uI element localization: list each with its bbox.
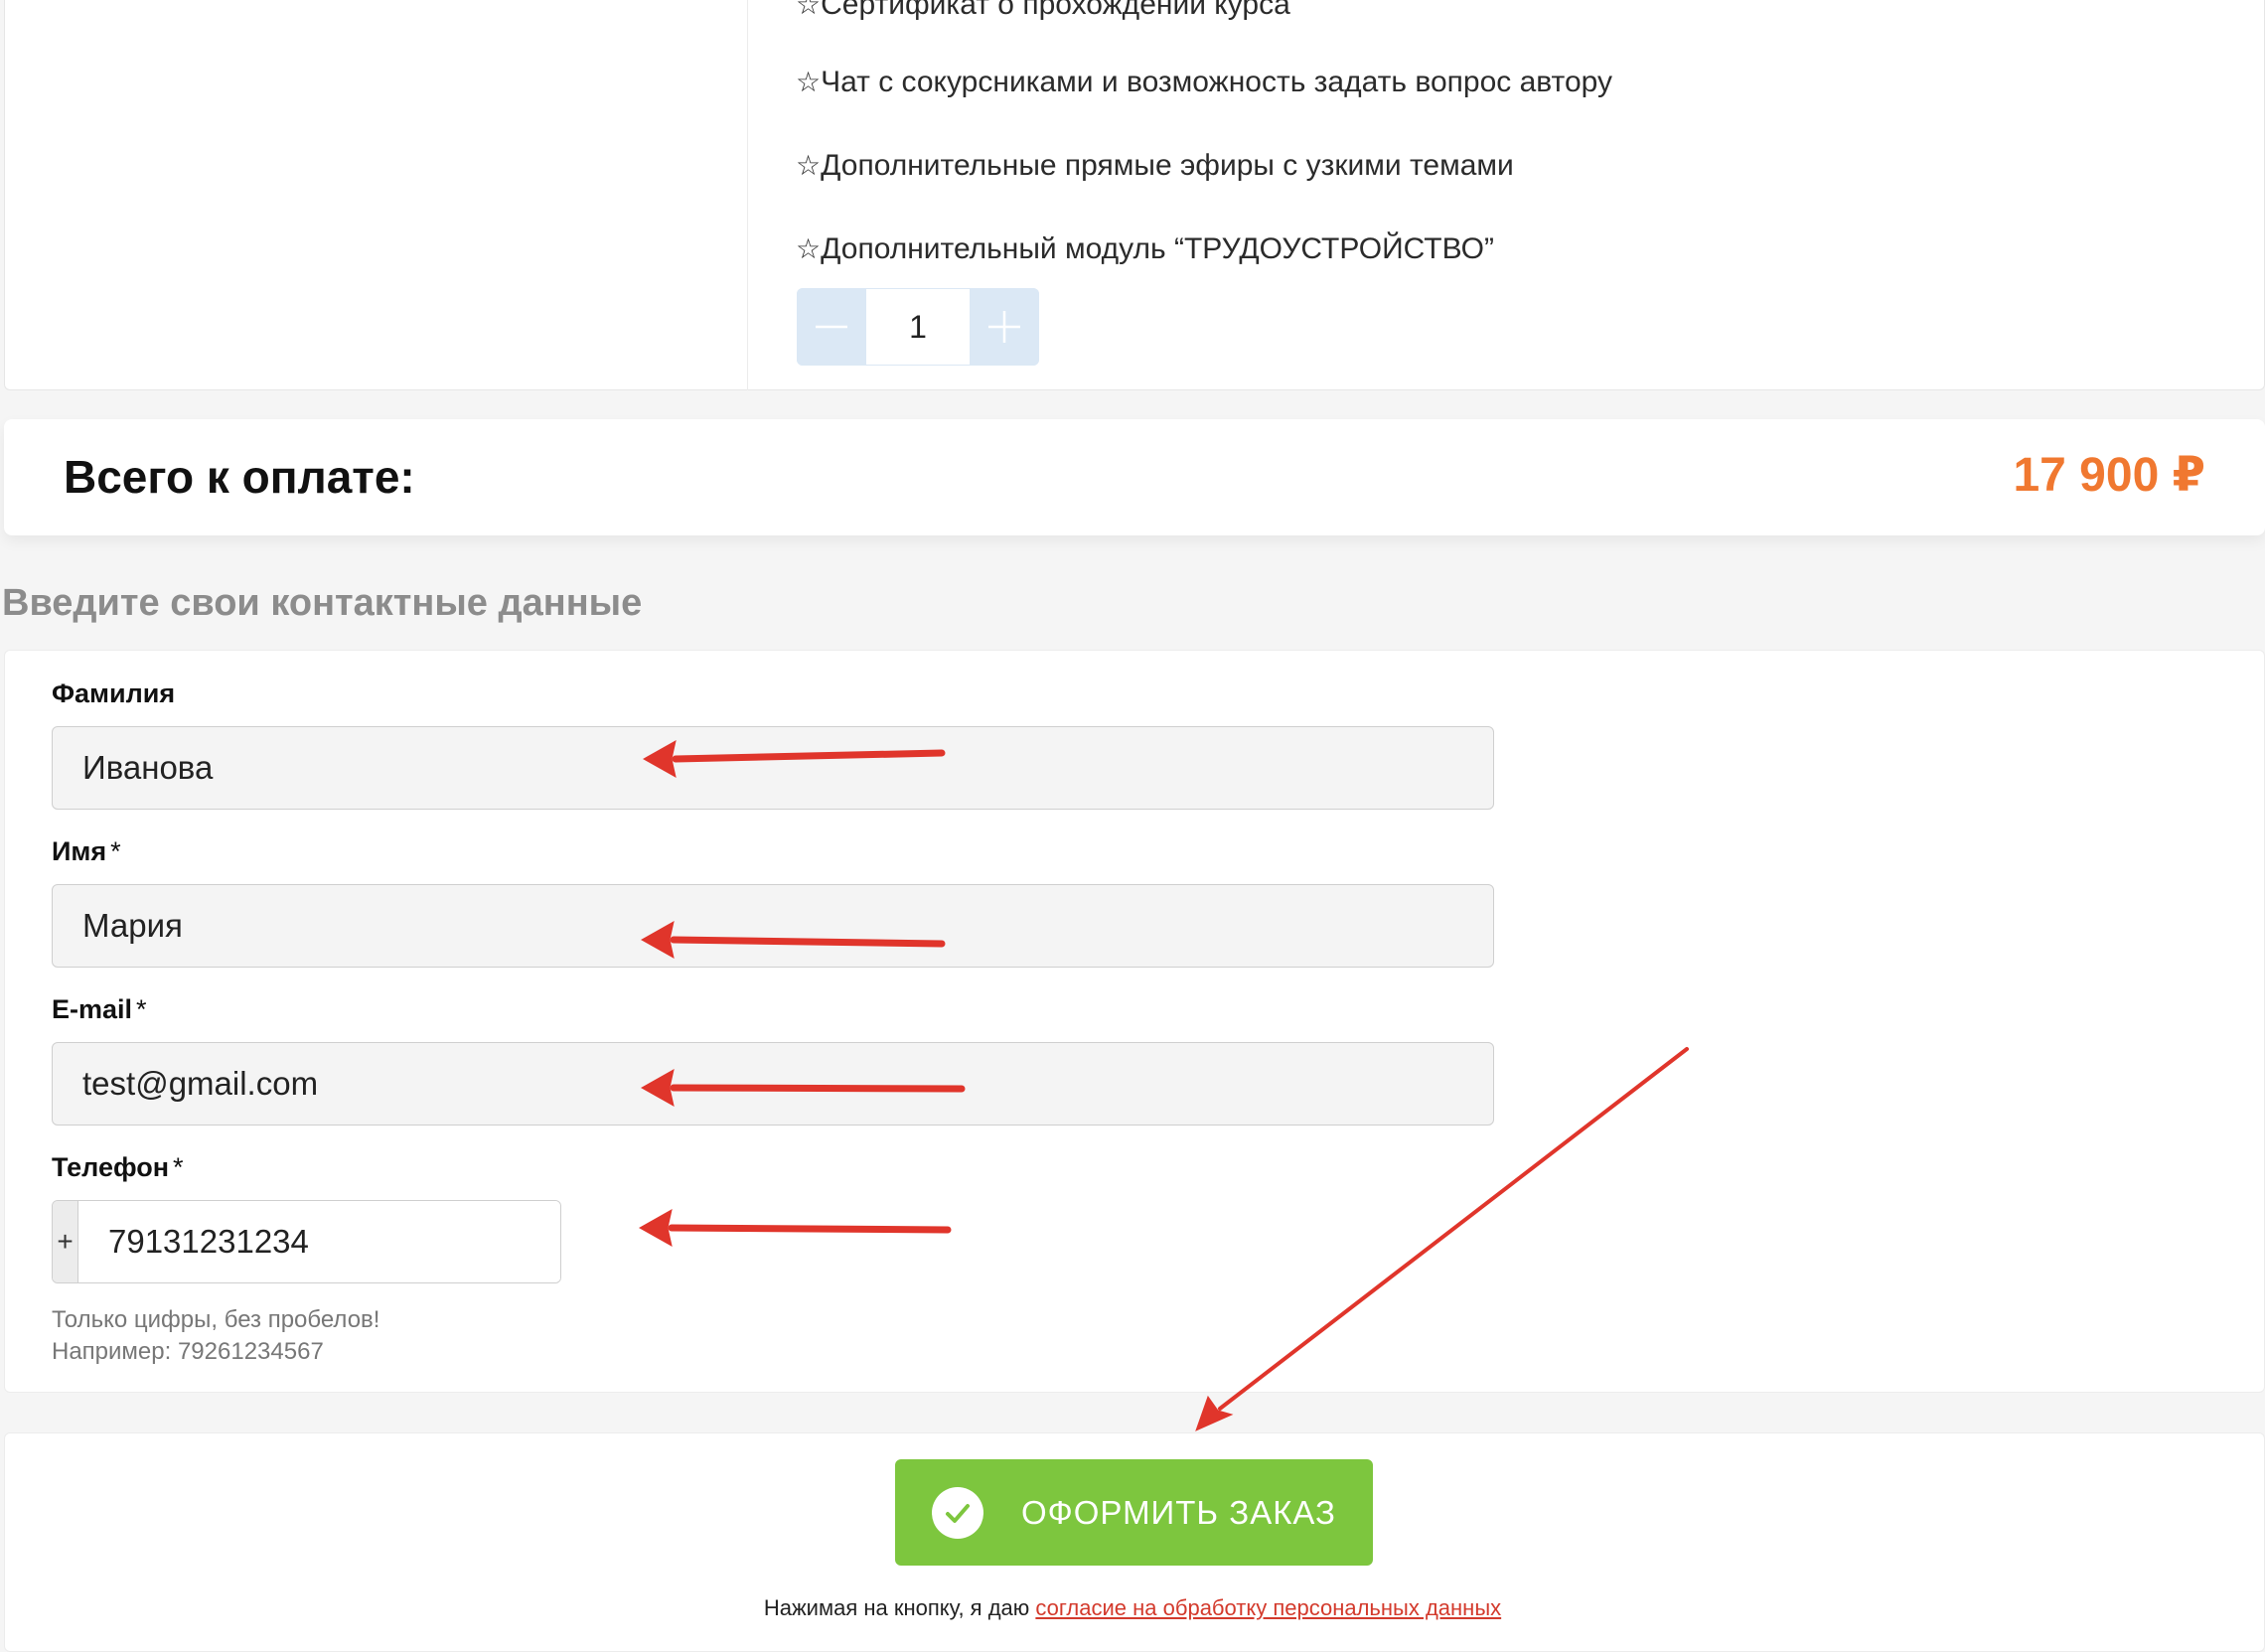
product-card: [4, 0, 2265, 390]
quantity-value[interactable]: 1: [866, 288, 970, 366]
minus-icon: [816, 325, 847, 329]
place-order-button[interactable]: ОФОРМИТЬ ЗАКАЗ: [895, 1459, 1373, 1566]
star-icon: ☆: [796, 67, 822, 97]
phone-input[interactable]: [78, 1201, 560, 1282]
first-name-label: Имя *: [52, 836, 121, 866]
email-label: E-mail *: [52, 994, 147, 1024]
product-column-divider: [747, 0, 748, 390]
check-circle-icon: [932, 1486, 983, 1539]
star-icon: ☆: [796, 150, 822, 181]
quantity-stepper: 1: [797, 288, 1039, 366]
email-input[interactable]: [52, 1042, 1494, 1126]
phone-hint: Только цифры, без пробелов!: [52, 1306, 380, 1333]
total-amount: 17 900 ₽: [2013, 449, 2205, 502]
phone-example: Например: 79261234567: [52, 1338, 324, 1365]
place-order-label: ОФОРМИТЬ ЗАКАЗ: [1021, 1493, 1336, 1531]
plus-icon: [988, 311, 1020, 343]
total-label: Всего к оплате:: [64, 451, 415, 503]
phone-prefix: +: [53, 1201, 78, 1282]
last-name-input[interactable]: [52, 726, 1494, 810]
increment-button[interactable]: [970, 288, 1039, 366]
star-icon: ☆: [796, 0, 822, 20]
feature-item: ☆Дополнительные прямые эфиры с узкими те…: [796, 149, 1514, 182]
decrement-button[interactable]: [797, 288, 866, 366]
star-icon: ☆: [796, 233, 822, 264]
last-name-label: Фамилия: [52, 678, 176, 708]
first-name-input[interactable]: [52, 884, 1494, 968]
phone-field: +: [52, 1200, 561, 1283]
consent-text: Нажимая на кнопку, я даю согласие на обр…: [763, 1595, 1502, 1620]
phone-label: Телефон *: [52, 1152, 184, 1182]
feature-item: ☆Сертификат о прохождении курса: [796, 0, 1290, 24]
feature-item: ☆Чат с сокурсниками и возможность задать…: [796, 66, 1612, 98]
feature-item: ☆Дополнительный модуль “ТРУДОУСТРОЙСТВО”: [796, 232, 1494, 265]
consent-link[interactable]: согласие на обработку персональных данны…: [1035, 1595, 1501, 1620]
contact-section-title: Введите свои контактные данные: [2, 582, 643, 624]
